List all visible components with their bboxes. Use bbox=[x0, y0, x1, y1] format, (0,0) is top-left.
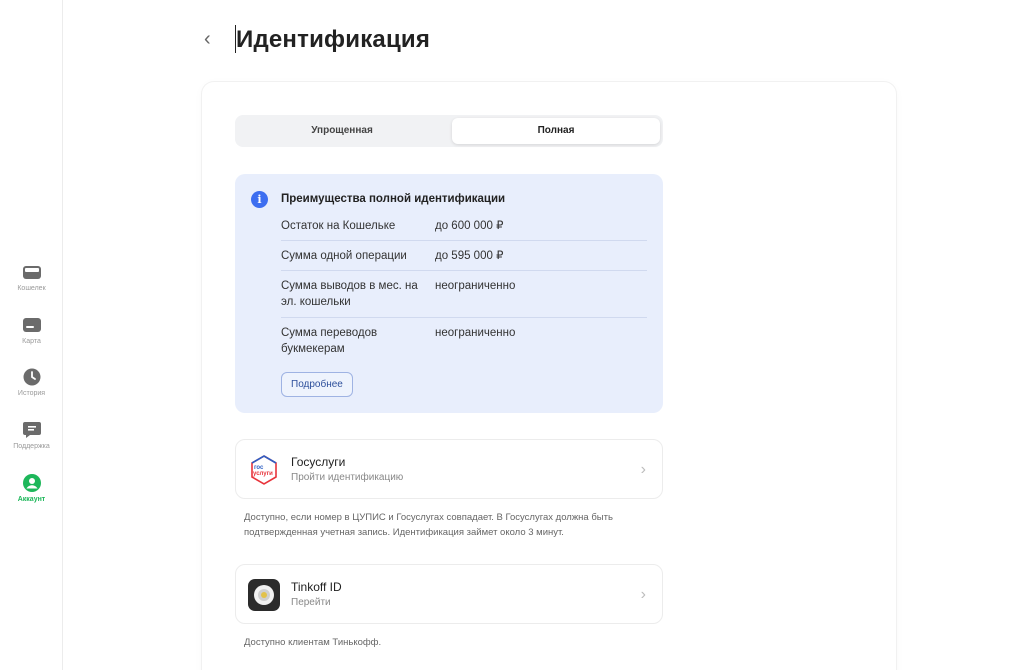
wallet-icon bbox=[22, 266, 41, 279]
sidebar-item-label: Аккаунт bbox=[17, 496, 46, 503]
sidebar-item-wallet[interactable]: Кошелек bbox=[0, 262, 63, 292]
sidebar-item-label: Кошелек bbox=[17, 285, 46, 292]
tinkoff-note: Доступно клиентам Тинькофф. bbox=[244, 637, 382, 648]
tab-simplified[interactable]: Упрощенная bbox=[238, 118, 446, 144]
info-icon: i bbox=[251, 191, 268, 208]
divider bbox=[281, 270, 647, 271]
tinkoff-id-title: Tinkoff ID bbox=[291, 580, 342, 594]
page-title: Идентификация bbox=[236, 26, 431, 53]
sidebar-item-card[interactable]: Карта bbox=[0, 315, 63, 345]
gosuslugi-logo-text-bottom: услуги bbox=[253, 471, 273, 477]
tinkoff-logo-icon bbox=[248, 579, 280, 611]
clock-icon bbox=[23, 368, 40, 386]
gosuslugi-title: Госуслуги bbox=[291, 455, 346, 469]
tinkoff-id-subtitle: Перейти bbox=[291, 597, 331, 608]
sidebar-item-label: Карта bbox=[22, 338, 41, 345]
gosuslugi-subtitle: Пройти идентификацию bbox=[291, 472, 404, 483]
user-icon bbox=[22, 474, 41, 492]
identification-type-switch: Упрощенная Полная bbox=[235, 115, 663, 147]
benefits-panel: i Преимущества полной идентификации Оста… bbox=[235, 174, 663, 413]
gosuslugi-logo-icon: гос услуги bbox=[251, 455, 277, 485]
benefit-key: Остаток на Кошельке bbox=[281, 220, 396, 232]
benefit-value: до 600 000 ₽ bbox=[435, 220, 504, 232]
card-icon bbox=[22, 318, 41, 332]
tab-full[interactable]: Полная bbox=[452, 118, 660, 144]
chat-icon bbox=[22, 422, 41, 438]
sidebar-item-label: История bbox=[17, 390, 46, 397]
benefit-key: Сумма выводов в мес. на эл. кошельки bbox=[281, 280, 418, 308]
divider bbox=[281, 317, 647, 318]
benefit-key: Сумма одной операции bbox=[281, 250, 407, 262]
sidebar-item-label: Поддержка bbox=[13, 443, 50, 450]
benefits-title: Преимущества полной идентификации bbox=[281, 193, 506, 205]
sidebar-item-support[interactable]: Поддержка bbox=[0, 420, 63, 450]
gosuslugi-note: Доступно, если номер в ЦУПИС и Госуслуга… bbox=[244, 512, 613, 538]
divider bbox=[281, 240, 647, 241]
tinkoff-id-option[interactable]: Tinkoff ID Перейти › bbox=[235, 564, 663, 624]
sidebar: Кошелек Карта История Поддержка Аккаунт bbox=[0, 0, 63, 670]
chevron-right-icon: › bbox=[640, 586, 646, 603]
back-button[interactable]: ‹ bbox=[204, 29, 211, 49]
chevron-right-icon: › bbox=[640, 461, 646, 478]
more-details-button[interactable]: Подробнее bbox=[281, 372, 353, 397]
gosuslugi-option[interactable]: гос услуги Госуслуги Пройти идентификаци… bbox=[235, 439, 663, 499]
sidebar-item-account[interactable]: Аккаунт bbox=[0, 473, 63, 503]
benefit-value: неограниченно bbox=[435, 280, 516, 292]
benefit-key: Сумма переводов букмекерам bbox=[281, 327, 378, 355]
sidebar-item-history[interactable]: История bbox=[0, 367, 63, 397]
benefit-value: до 595 000 ₽ bbox=[435, 250, 504, 262]
benefit-value: неограниченно bbox=[435, 327, 516, 339]
